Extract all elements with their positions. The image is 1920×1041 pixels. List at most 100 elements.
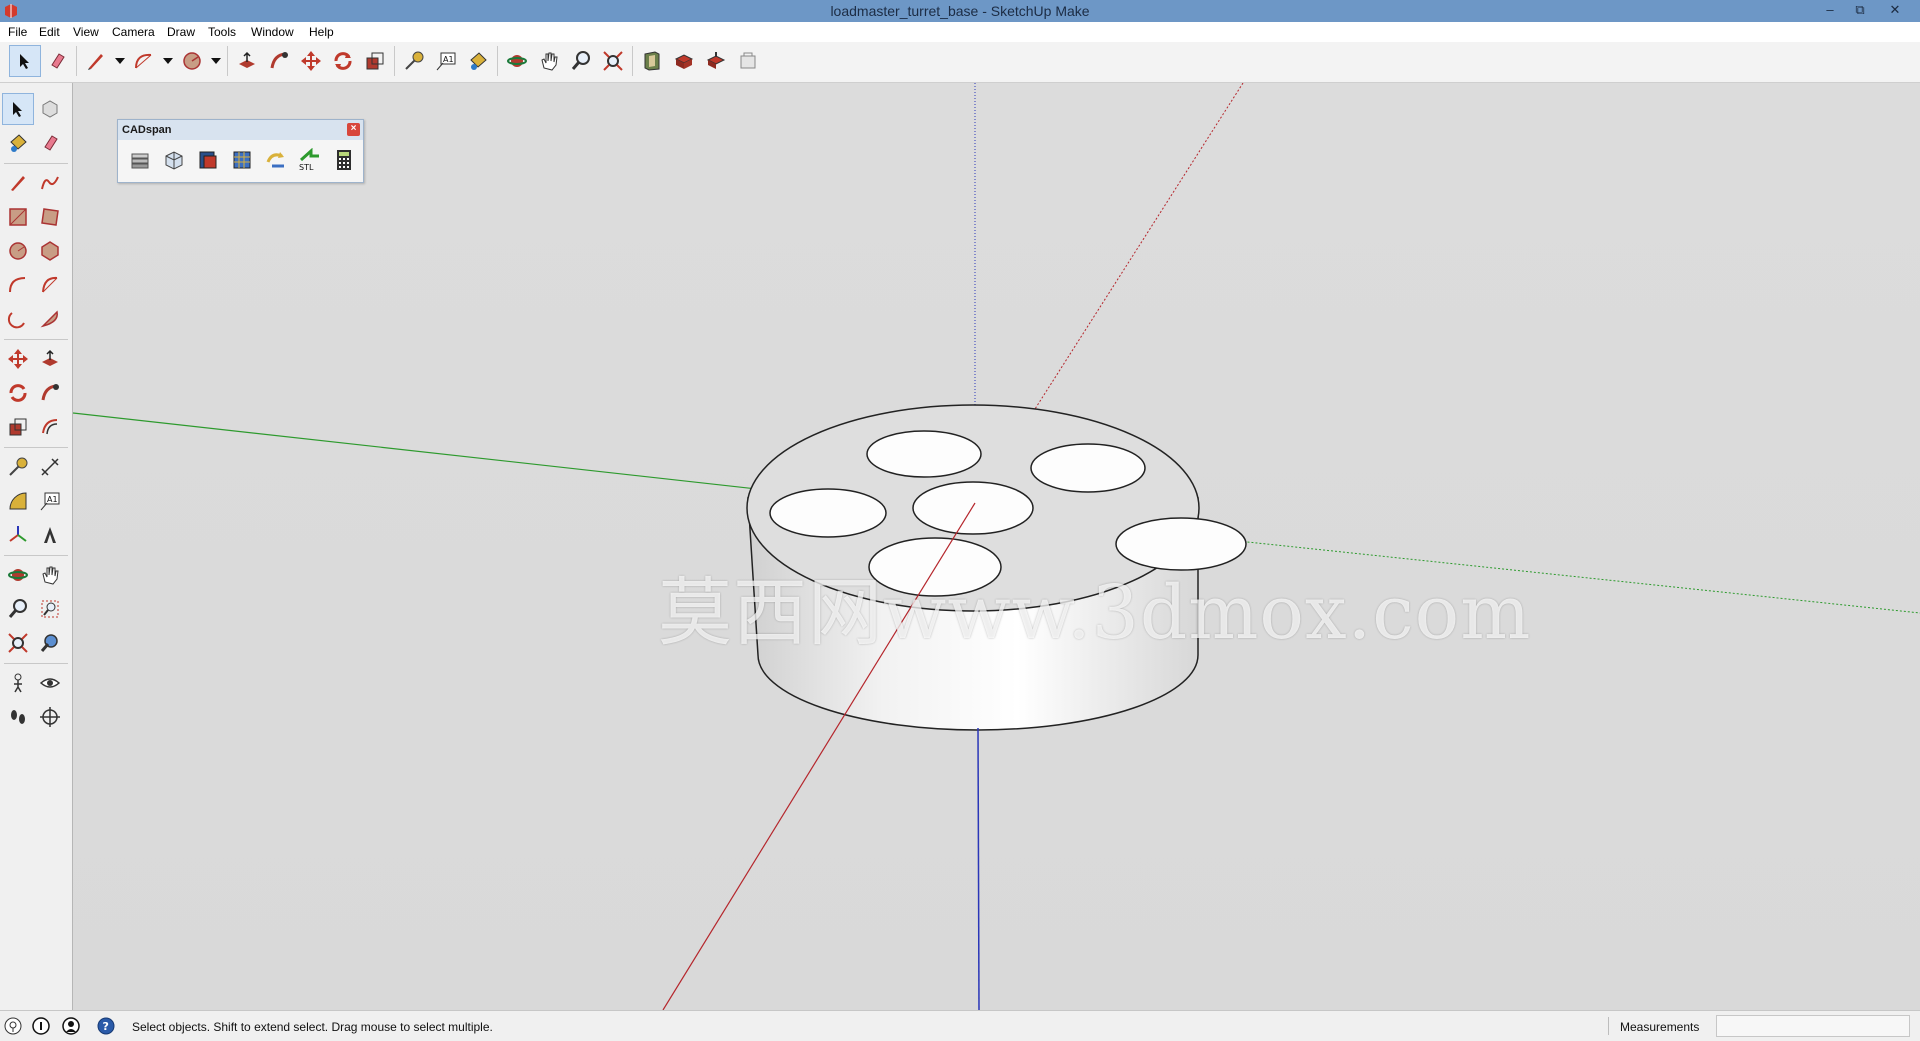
select-tool-button[interactable]: [9, 45, 41, 77]
section-plane-tool-button[interactable]: [34, 701, 66, 733]
component-icon: [42, 100, 58, 118]
circle-icon: [9, 242, 27, 260]
tape-measure-tool-button[interactable]: [398, 45, 430, 77]
line-tool-button[interactable]: [80, 45, 112, 77]
cadspan-close-button[interactable]: ×: [347, 123, 360, 136]
rotated-rectangle-icon: [41, 208, 59, 226]
previous-view-tool-button[interactable]: [34, 627, 66, 659]
eraser-tool-button[interactable]: [34, 127, 66, 159]
menu-draw[interactable]: Draw: [167, 25, 195, 39]
scale-tool-button[interactable]: [2, 411, 34, 443]
menu-camera[interactable]: Camera: [112, 25, 155, 39]
tape-measure-icon: [9, 457, 28, 476]
text-tool-button[interactable]: A1: [34, 485, 66, 517]
cadspan-tool-repair[interactable]: [259, 144, 293, 176]
arc-dropdown[interactable]: [160, 45, 176, 77]
menu-bar: File Edit View Camera Draw Tools Window …: [0, 22, 1920, 42]
3d-text-tool-button[interactable]: [34, 519, 66, 551]
select-tool-button[interactable]: [2, 93, 34, 125]
measurements-input[interactable]: [1716, 1015, 1910, 1037]
circle-tool-button[interactable]: [176, 45, 208, 77]
protractor-tool-button[interactable]: [2, 485, 34, 517]
circle-tool-button[interactable]: [2, 235, 34, 267]
minimize-button[interactable]: –: [1815, 0, 1845, 22]
window-title: loadmaster_turret_base - SketchUp Make: [830, 3, 1090, 19]
geo-location-icon[interactable]: [4, 1017, 22, 1035]
menu-tools[interactable]: Tools: [208, 25, 236, 39]
cube-icon: [165, 151, 183, 170]
polygon-tool-button[interactable]: [34, 235, 66, 267]
pan-tool-button[interactable]: [533, 45, 565, 77]
user-account-icon[interactable]: [62, 1017, 80, 1035]
warehouse-button[interactable]: [636, 45, 668, 77]
scale-tool-button[interactable]: [359, 45, 391, 77]
extension-warehouse-button[interactable]: [732, 45, 764, 77]
chevron-down-icon: [115, 58, 125, 64]
text-tool-button[interactable]: A1: [430, 45, 462, 77]
eraser-icon: [44, 135, 58, 151]
paint-bucket-tool-button[interactable]: [2, 127, 34, 159]
push-pull-tool-button[interactable]: [34, 343, 66, 375]
zoom-tool-button[interactable]: [565, 45, 597, 77]
zoom-extents-tool-button[interactable]: [2, 627, 34, 659]
rotated-rectangle-tool-button[interactable]: [34, 201, 66, 233]
orbit-tool-button[interactable]: [2, 559, 34, 591]
push-pull-tool-button[interactable]: [231, 45, 263, 77]
freehand-tool-button[interactable]: [34, 167, 66, 199]
share-model-button[interactable]: [668, 45, 700, 77]
pie-tool-button[interactable]: [34, 303, 66, 335]
follow-me-tool-button[interactable]: [263, 45, 295, 77]
offset-tool-button[interactable]: [34, 411, 66, 443]
credits-icon[interactable]: [32, 1017, 50, 1035]
menu-file[interactable]: File: [8, 25, 27, 39]
dimension-tool-button[interactable]: [34, 451, 66, 483]
watermark-text: 莫西网www.3dmox.com: [658, 570, 1532, 656]
eraser-tool-button[interactable]: [41, 45, 73, 77]
cadspan-tool-cube[interactable]: [157, 144, 191, 176]
make-component-button[interactable]: [34, 93, 66, 125]
arc-tool-button[interactable]: [128, 45, 160, 77]
rotate-tool-button[interactable]: [2, 377, 34, 409]
tape-measure-tool-button[interactable]: [2, 451, 34, 483]
cadspan-tool-section[interactable]: [191, 144, 225, 176]
three-point-arc-tool-button[interactable]: [2, 303, 34, 335]
model-viewport[interactable]: 莫西网www.3dmox.com: [73, 83, 1920, 1010]
zoom-extents-tool-button[interactable]: [597, 45, 629, 77]
line-tool-button[interactable]: [2, 167, 34, 199]
push-pull-icon: [42, 349, 58, 366]
circle-dropdown[interactable]: [208, 45, 224, 77]
restore-button[interactable]: ⧉: [1845, 0, 1875, 22]
share-component-button[interactable]: [700, 45, 732, 77]
orbit-tool-button[interactable]: [501, 45, 533, 77]
cadspan-tool-calculator[interactable]: [327, 144, 361, 176]
help-icon[interactable]: ?: [97, 1017, 115, 1035]
cadspan-tool-mesh[interactable]: [225, 144, 259, 176]
zoom-window-tool-button[interactable]: [34, 593, 66, 625]
rectangle-tool-button[interactable]: [2, 201, 34, 233]
pan-tool-button[interactable]: [34, 559, 66, 591]
rotate-tool-button[interactable]: [327, 45, 359, 77]
menu-window[interactable]: Window: [251, 25, 294, 39]
cadspan-toolbar[interactable]: CADspan × STL: [117, 119, 364, 183]
look-around-tool-button[interactable]: [34, 667, 66, 699]
cadspan-tool-layers[interactable]: [123, 144, 157, 176]
close-button[interactable]: ✕: [1880, 0, 1910, 22]
cadspan-titlebar[interactable]: CADspan ×: [118, 120, 363, 140]
move-tool-button[interactable]: [2, 343, 34, 375]
two-point-arc-tool-button[interactable]: [34, 269, 66, 301]
zoom-tool-button[interactable]: [2, 593, 34, 625]
axes-tool-button[interactable]: [2, 519, 34, 551]
menu-edit[interactable]: Edit: [39, 25, 60, 39]
menu-help[interactable]: Help: [309, 25, 334, 39]
3d-text-icon: [44, 527, 56, 543]
arc-tool-button[interactable]: [2, 269, 34, 301]
menu-view[interactable]: View: [73, 25, 99, 39]
follow-me-tool-button[interactable]: [34, 377, 66, 409]
cadspan-tool-stl-export[interactable]: STL: [293, 144, 327, 176]
move-tool-button[interactable]: [295, 45, 327, 77]
svg-text:?: ?: [103, 1020, 109, 1033]
position-camera-tool-button[interactable]: [2, 667, 34, 699]
paint-bucket-tool-button[interactable]: [462, 45, 494, 77]
walk-tool-button[interactable]: [2, 701, 34, 733]
line-dropdown[interactable]: [112, 45, 128, 77]
